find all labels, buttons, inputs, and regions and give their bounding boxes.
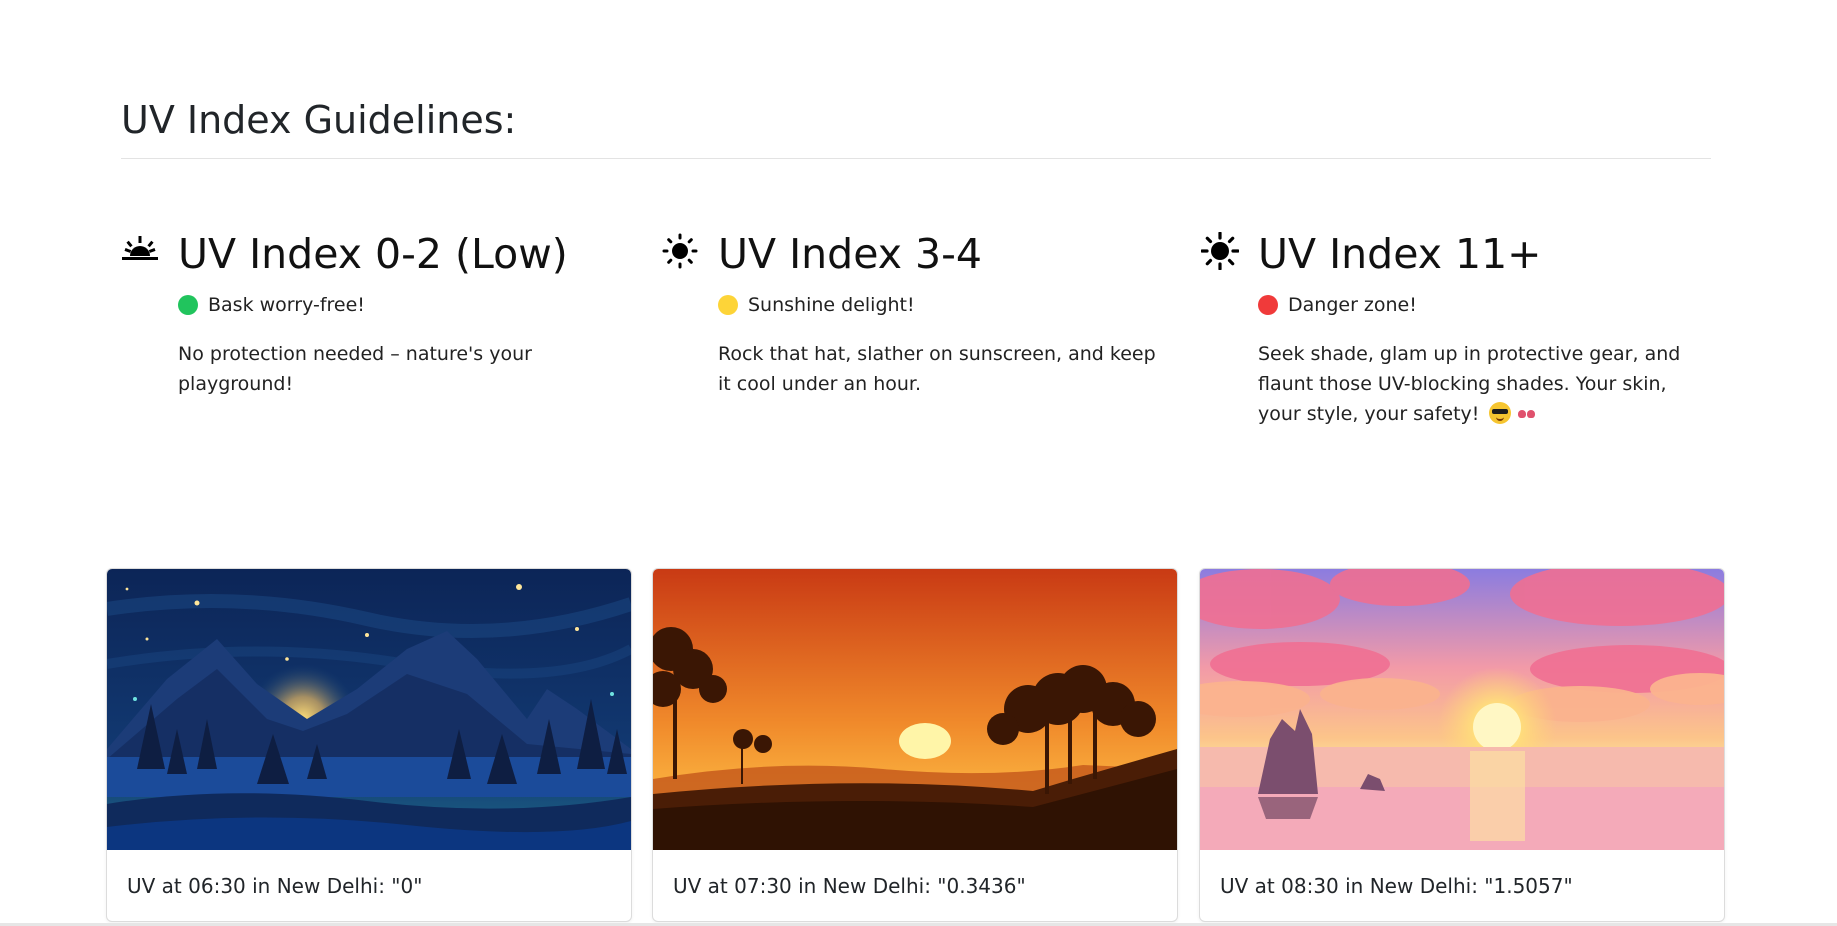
orange-sunset-trees-illustration (653, 569, 1177, 850)
uv-card: UV at 07:30 in New Delhi: "0.3436" (652, 568, 1178, 922)
guideline-heading: UV Index 11+ (1258, 230, 1542, 278)
status-badge: Sunshine delight! (718, 292, 915, 318)
status-label: Danger zone! (1288, 294, 1417, 316)
guideline-heading: UV Index 3-4 (718, 230, 982, 278)
sunglasses-face-icon (1489, 402, 1512, 424)
pink-sky-sea-sunset-illustration (1200, 569, 1724, 850)
night-mountain-lake-illustration (107, 569, 631, 850)
card-caption: UV at 06:30 in New Delhi: "0" (127, 874, 423, 898)
guideline-description: Rock that hat, slather on sunscreen, and… (718, 343, 1156, 395)
status-label: Sunshine delight! (748, 294, 915, 316)
sun-large-icon (1201, 232, 1239, 270)
guideline-description: No protection needed – nature's your pla… (178, 343, 532, 395)
bikini-icon (1517, 408, 1537, 422)
status-badge: Danger zone! (1258, 292, 1417, 318)
page-title: UV Index Guidelines: (121, 98, 517, 142)
card-caption: UV at 08:30 in New Delhi: "1.5057" (1220, 874, 1573, 898)
guideline-description: Seek shade, glam up in protective gear, … (1258, 339, 1708, 429)
guideline-heading: UV Index 0-2 (Low) (178, 230, 568, 278)
card-caption: UV at 07:30 in New Delhi: "0.3436" (673, 874, 1026, 898)
yellow-status-dot-icon (718, 295, 738, 315)
sun-small-icon (662, 233, 698, 269)
status-label: Bask worry-free! (208, 294, 365, 316)
green-status-dot-icon (178, 295, 198, 315)
title-divider (121, 158, 1711, 159)
uv-card: UV at 06:30 in New Delhi: "0" (106, 568, 632, 922)
status-badge: Bask worry-free! (178, 292, 365, 318)
uv-card: UV at 08:30 in New Delhi: "1.5057" (1199, 568, 1725, 922)
red-status-dot-icon (1258, 295, 1278, 315)
guideline-description-text: Seek shade, glam up in protective gear, … (1258, 343, 1681, 425)
sunrise-icon (122, 236, 158, 260)
